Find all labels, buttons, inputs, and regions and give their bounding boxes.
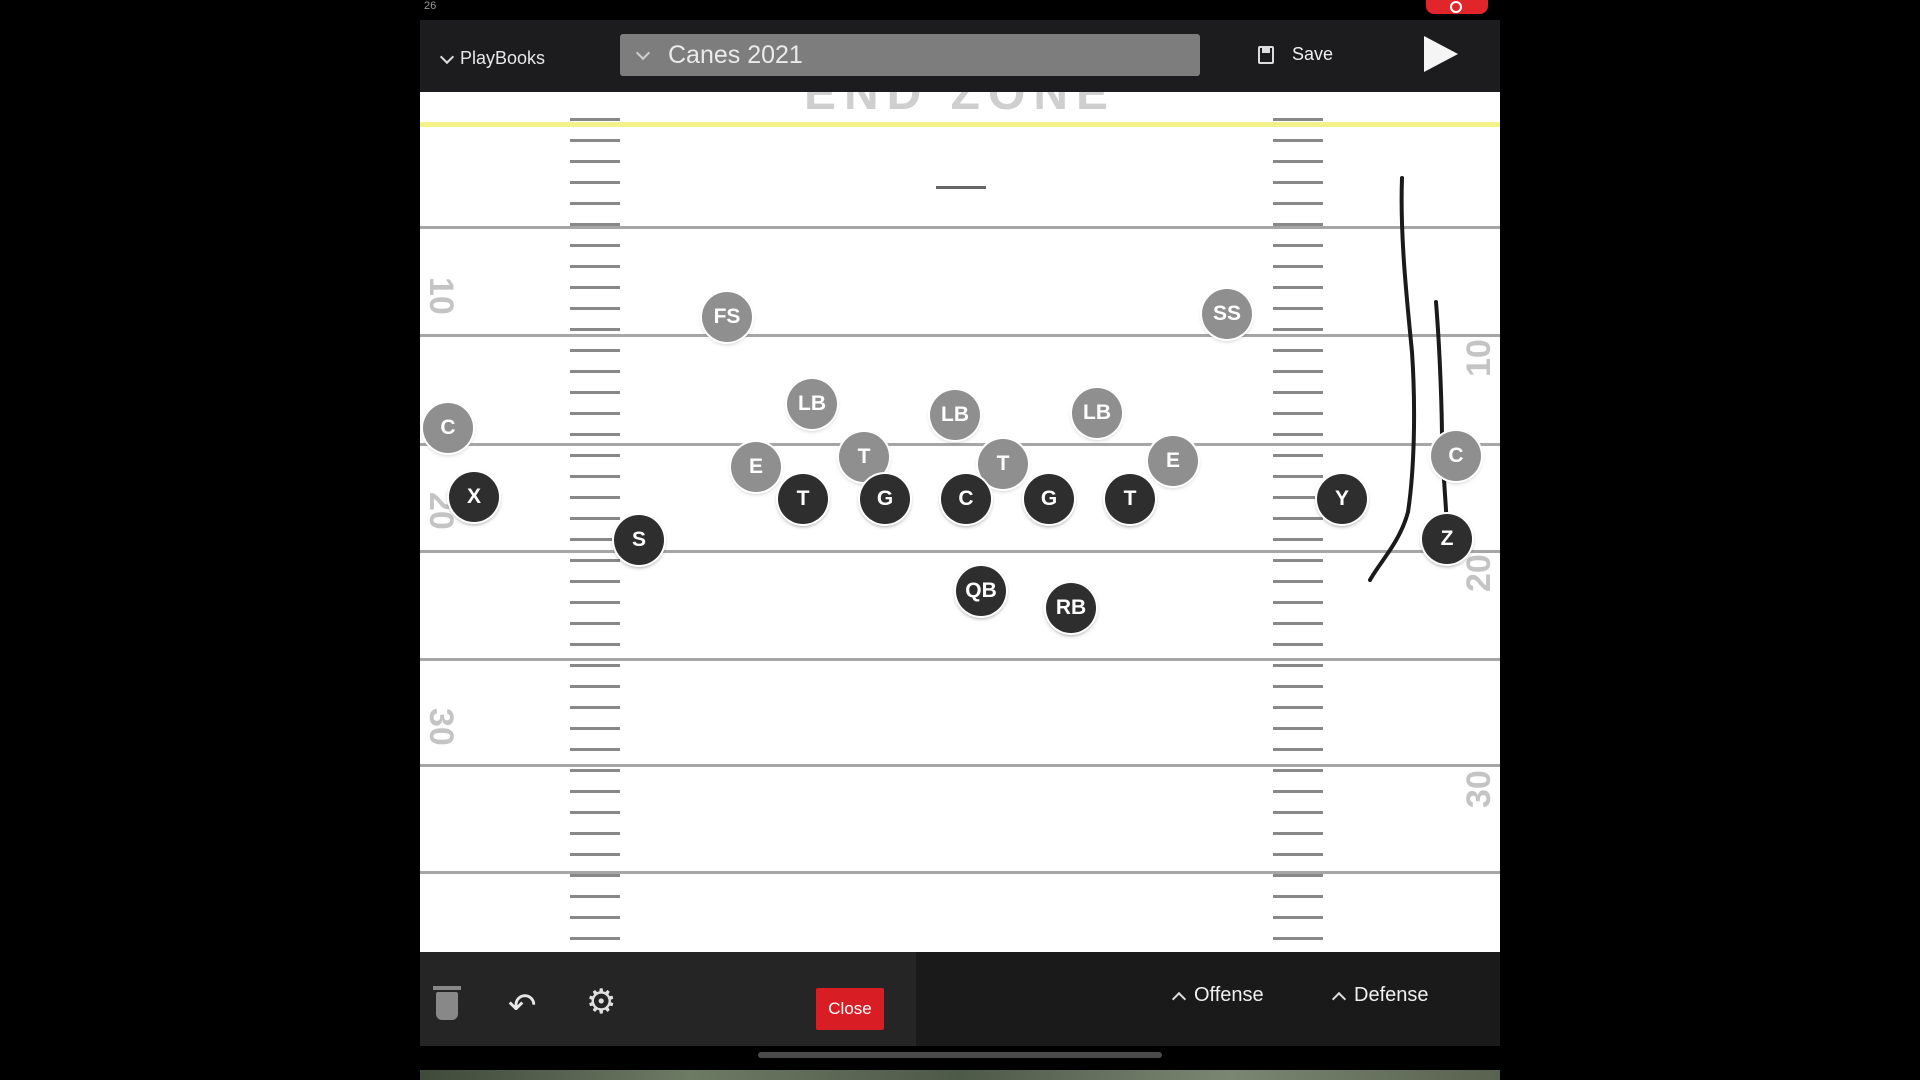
offense-player-y[interactable]: Y xyxy=(1317,474,1367,524)
offense-label: Offense xyxy=(1194,984,1264,1006)
tool-group: ↶ ⚙ Close xyxy=(420,952,916,1046)
close-button[interactable]: Close xyxy=(816,988,884,1030)
defense-player-fs[interactable]: FS xyxy=(702,292,752,342)
offense-player-lg[interactable]: G xyxy=(860,474,910,524)
chevron-down-icon xyxy=(439,49,455,64)
offense-player-c[interactable]: C xyxy=(941,474,991,524)
playbook-select[interactable]: Canes 2021 xyxy=(620,34,1200,76)
status-time: 26 xyxy=(424,0,437,12)
offense-player-x[interactable]: X xyxy=(449,472,499,522)
top-toolbar: PlayBooks Canes 2021 Save xyxy=(420,20,1500,92)
chevron-up-icon xyxy=(1331,991,1347,1006)
offense-player-rb[interactable]: RB xyxy=(1046,583,1096,633)
playbook-name: Canes 2021 xyxy=(668,40,803,69)
offense-player-rt[interactable]: T xyxy=(1105,474,1155,524)
defense-player-e[interactable]: E xyxy=(1148,436,1198,486)
offense-player-rg[interactable]: G xyxy=(1024,474,1074,524)
defense-player-e[interactable]: E xyxy=(731,442,781,492)
save-label: Save xyxy=(1292,44,1334,64)
offense-player-s[interactable]: S xyxy=(614,515,664,565)
z-route-path xyxy=(1368,176,1417,582)
defense-label: Defense xyxy=(1354,984,1429,1006)
defense-player-c[interactable]: C xyxy=(1431,431,1481,481)
offense-player-qb[interactable]: QB xyxy=(956,566,1006,616)
save-button[interactable]: Save xyxy=(1258,44,1333,65)
playbooks-label: PlayBooks xyxy=(460,48,546,68)
playbooks-button[interactable]: PlayBooks xyxy=(439,48,546,69)
offense-tab[interactable]: Offense xyxy=(1171,984,1264,1007)
floppy-disk-icon xyxy=(1258,45,1274,64)
football-field[interactable]: END ZONE 10 20 30 10 20 30 FS SS LB LB L… xyxy=(420,92,1500,952)
home-indicator xyxy=(758,1052,1162,1058)
undo-icon[interactable]: ↶ xyxy=(508,986,537,1026)
play-icon[interactable] xyxy=(1424,36,1458,72)
screen-record-indicator xyxy=(1426,0,1488,14)
defense-player-lb[interactable]: LB xyxy=(930,390,980,440)
defense-player-ss[interactable]: SS xyxy=(1202,289,1252,339)
defense-player-t[interactable]: T xyxy=(978,439,1028,489)
chevron-up-icon xyxy=(1171,991,1187,1006)
trash-icon[interactable] xyxy=(433,986,461,1020)
chevron-down-icon xyxy=(635,45,651,61)
gear-icon[interactable]: ⚙ xyxy=(586,982,616,1022)
bottom-toolbar: ↶ ⚙ Close Offense Defense xyxy=(420,952,1500,1046)
defense-player-lb[interactable]: LB xyxy=(1072,388,1122,438)
defense-tab[interactable]: Defense xyxy=(1331,984,1429,1007)
defense-player-c[interactable]: C xyxy=(423,403,473,453)
playbook-app: 26 PlayBooks Canes 2021 Save END ZONE 10… xyxy=(420,0,1500,1080)
defense-player-lb[interactable]: LB xyxy=(787,379,837,429)
offense-player-lt[interactable]: T xyxy=(778,474,828,524)
background-photo-strip xyxy=(420,1070,1500,1080)
offense-player-z[interactable]: Z xyxy=(1422,514,1472,564)
